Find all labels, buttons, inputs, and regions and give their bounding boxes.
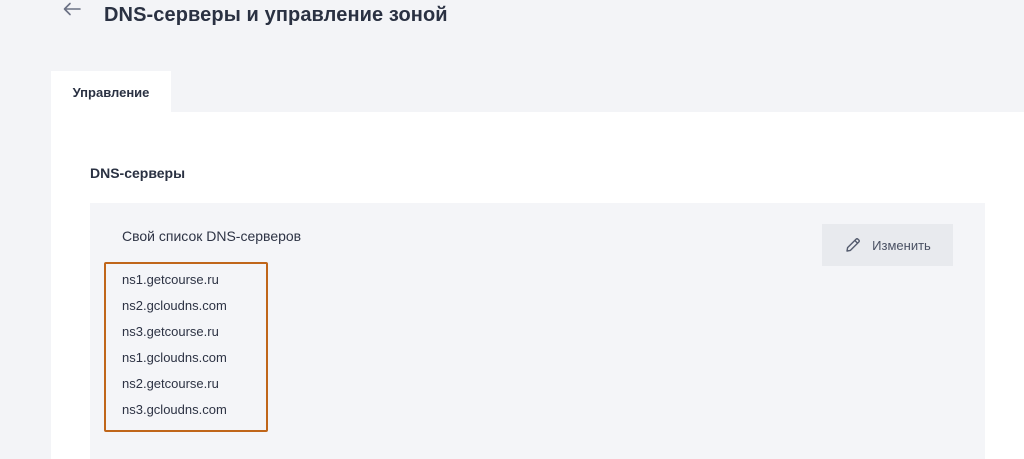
- main-panel: DNS-серверы Свой список DNS-серверов Изм…: [51, 112, 1024, 459]
- page: DNS-серверы и управление зоной Управлени…: [0, 0, 1024, 459]
- page-title: DNS-серверы и управление зоной: [104, 4, 448, 26]
- dns-server-item: ns2.gcloudns.com: [122, 298, 227, 313]
- dns-server-item: ns2.getcourse.ru: [122, 376, 219, 391]
- dns-server-list: ns1.getcourse.ru ns2.gcloudns.com ns3.ge…: [104, 262, 268, 432]
- card-label: Свой список DNS-серверов: [122, 228, 302, 244]
- pencil-icon: [844, 236, 862, 254]
- tab-management[interactable]: Управление: [51, 71, 171, 112]
- dns-server-item: ns3.gcloudns.com: [122, 402, 227, 417]
- dns-server-item: ns3.getcourse.ru: [122, 324, 219, 339]
- edit-button-label: Изменить: [872, 237, 931, 253]
- back-button[interactable]: [60, 0, 84, 18]
- section-title: DNS-серверы: [90, 165, 186, 181]
- dns-servers-card: Свой список DNS-серверов Изменить ns1.ge…: [90, 203, 985, 459]
- arrow-left-icon: [63, 2, 81, 16]
- edit-button[interactable]: Изменить: [822, 224, 953, 266]
- dns-server-item: ns1.gcloudns.com: [122, 350, 227, 365]
- dns-server-item: ns1.getcourse.ru: [122, 272, 219, 287]
